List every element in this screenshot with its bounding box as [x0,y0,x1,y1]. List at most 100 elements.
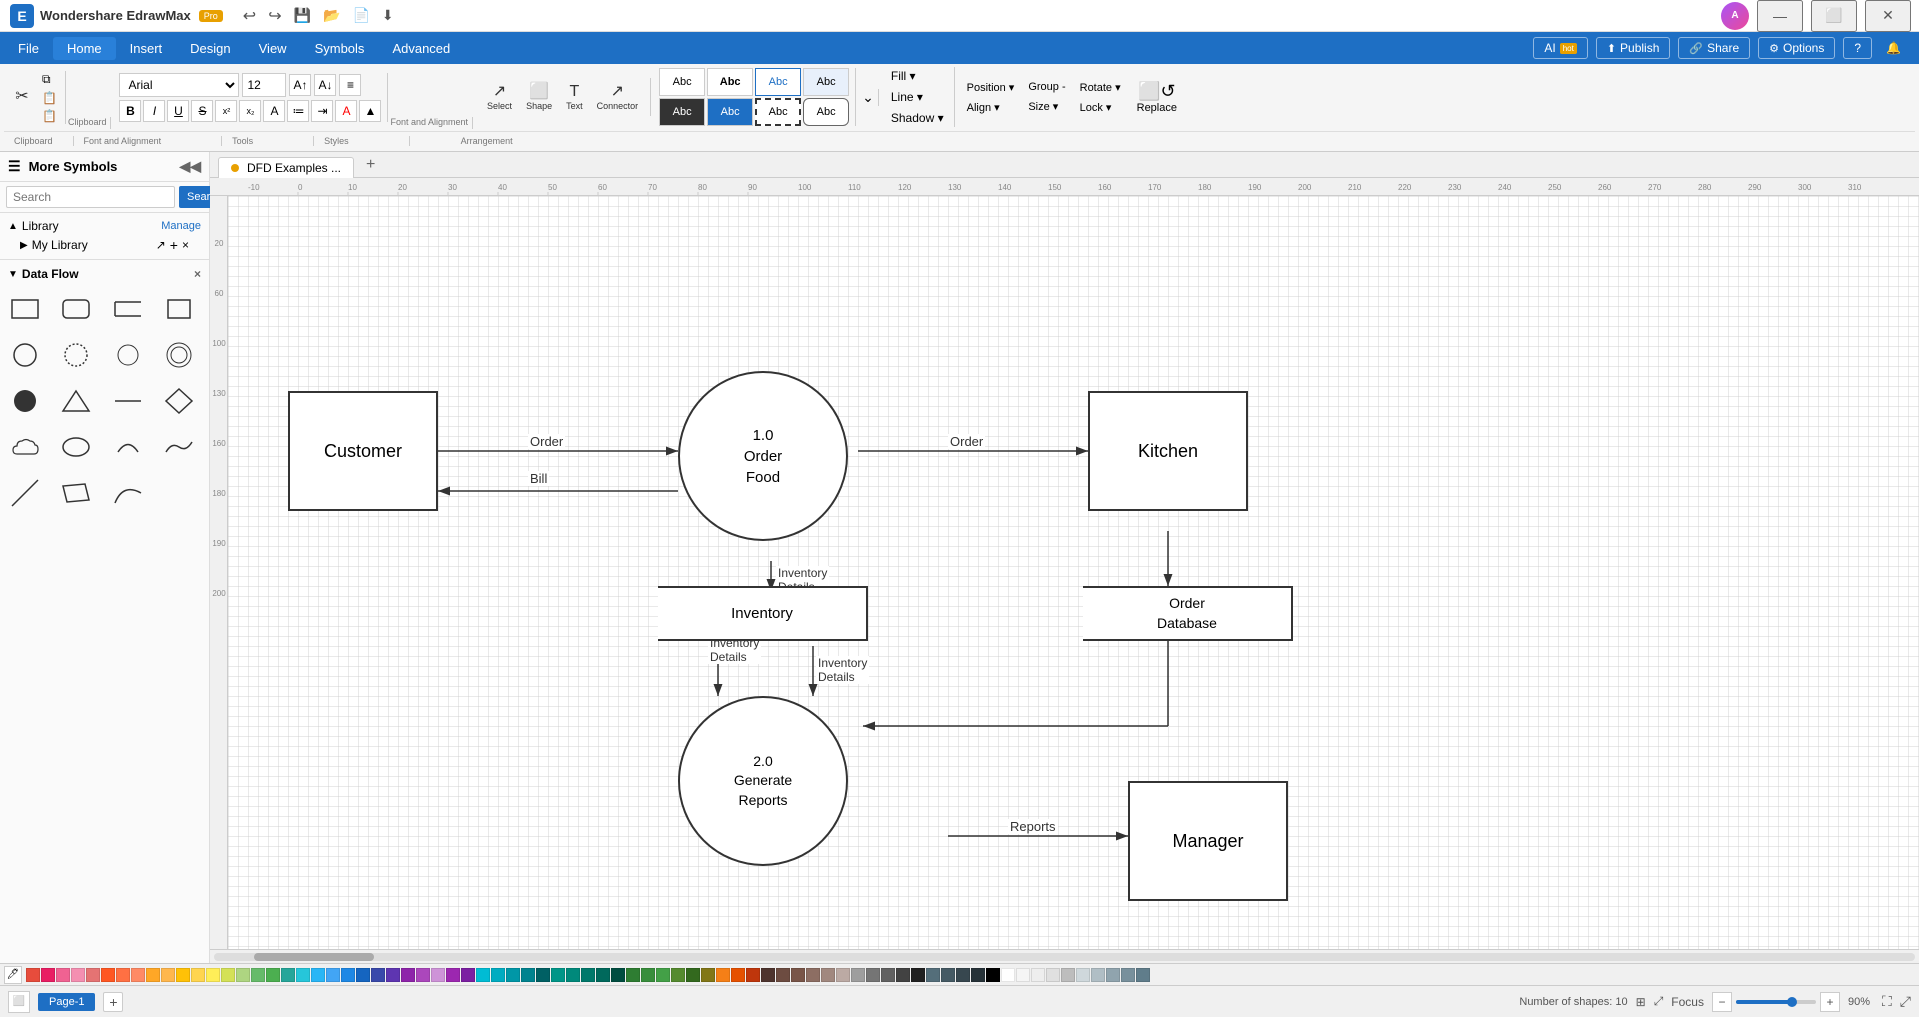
color-swatch-73[interactable] [1121,968,1135,982]
shape-tool-button[interactable]: ⬜ Shape [520,78,558,116]
my-library-new-tab-icon[interactable]: ↗ [156,238,166,252]
scroll-thumb[interactable] [254,953,374,961]
color-swatch-12[interactable] [206,968,220,982]
color-swatch-22[interactable] [356,968,370,982]
rotate-button[interactable]: Rotate ▾ [1076,79,1125,96]
color-swatch-72[interactable] [1106,968,1120,982]
notification-button[interactable]: 🔔 [1880,38,1907,58]
data-flow-expand-icon[interactable]: ▼ [8,269,18,280]
fit-page-button[interactable]: ⤢ [1654,994,1664,1009]
shape-item-wave[interactable] [158,426,200,468]
color-swatch-5[interactable] [101,968,115,982]
shape-item-circle-black[interactable] [4,380,46,422]
color-swatch-33[interactable] [521,968,535,982]
color-swatch-20[interactable] [326,968,340,982]
color-swatch-21[interactable] [341,968,355,982]
menu-item-home[interactable]: Home [53,37,116,60]
zoom-out-button[interactable]: − [1712,992,1732,1012]
fill-color-button[interactable]: ▲ [359,100,381,122]
color-swatch-52[interactable] [806,968,820,982]
color-swatch-57[interactable] [881,968,895,982]
color-swatch-42[interactable] [656,968,670,982]
focus-button[interactable]: Focus [1671,995,1704,1009]
shape-item-ellipse[interactable] [55,426,97,468]
add-page-button[interactable]: + [103,992,123,1012]
color-swatch-58[interactable] [896,968,910,982]
color-tool-icon[interactable]: 🖊 [4,966,22,984]
cut-button[interactable]: ✂ [8,78,36,116]
replace-shape-button[interactable]: ⬜↺ Replace [1131,79,1183,116]
shape-item-line[interactable] [107,380,149,422]
color-swatch-8[interactable] [146,968,160,982]
diagram-canvas[interactable]: Order Order Bill InventoryDetails Invent… [228,196,1919,949]
style-swatch-1[interactable]: Abc [659,68,705,96]
color-swatch-7[interactable] [131,968,145,982]
menu-item-view[interactable]: View [245,37,301,60]
undo-button[interactable]: ↩ [239,4,260,28]
order-food-node[interactable]: 1.0OrderFood [678,371,848,541]
color-swatch-34[interactable] [536,968,550,982]
size-button[interactable]: Size ▾ [1024,98,1069,115]
color-swatch-70[interactable] [1076,968,1090,982]
menu-item-design[interactable]: Design [176,37,244,60]
menu-item-insert[interactable]: Insert [116,37,177,60]
color-swatch-66[interactable] [1016,968,1030,982]
paste-button[interactable]: 📋 [38,90,61,106]
fullscreen-button[interactable]: ⛶ [1882,993,1892,1010]
shape-item-cloud[interactable] [4,426,46,468]
font-family-select[interactable]: Arial Times New Roman Calibri [119,73,239,97]
my-library-label[interactable]: My Library [32,238,88,252]
connector-tool-button[interactable]: ↗ Connector [591,78,645,116]
color-swatch-49[interactable] [761,968,775,982]
zoom-in-button[interactable]: + [1820,992,1840,1012]
group-button[interactable]: Group - [1024,79,1069,95]
color-swatch-25[interactable] [401,968,415,982]
color-swatch-38[interactable] [596,968,610,982]
color-swatch-17[interactable] [281,968,295,982]
save-button[interactable]: 💾 [290,4,315,28]
color-swatch-13[interactable] [221,968,235,982]
manage-link[interactable]: Manage [161,220,201,232]
menu-item-file[interactable]: File [4,37,53,60]
bullet-button[interactable]: ≔ [287,100,309,122]
shape-item-circle-thin[interactable] [107,334,149,376]
text-tool-button[interactable]: T Text [560,78,589,116]
decrease-font-button[interactable]: A [263,100,285,122]
strikethrough-button[interactable]: S [191,100,213,122]
page-tab-1[interactable]: Page-1 [38,993,95,1011]
order-database-node[interactable]: OrderDatabase [1083,586,1293,641]
shape-item-circle-outline[interactable] [55,334,97,376]
font-size-input[interactable] [242,73,286,97]
shape-item-curve[interactable] [107,472,149,514]
view-mode-button[interactable]: ⬜ [8,991,30,1013]
color-swatch-60[interactable] [926,968,940,982]
color-swatch-44[interactable] [686,968,700,982]
color-swatch-39[interactable] [611,968,625,982]
color-swatch-56[interactable] [866,968,880,982]
color-swatch-54[interactable] [836,968,850,982]
color-swatch-69[interactable] [1061,968,1075,982]
shape-item-diagonal[interactable] [4,472,46,514]
superscript-button[interactable]: x² [215,100,237,122]
panel-collapse-button[interactable]: ◀◀ [179,158,201,175]
color-swatch-27[interactable] [431,968,445,982]
color-swatch-63[interactable] [971,968,985,982]
align-button[interactable]: ≡ [339,74,361,96]
new-button[interactable]: 📄 [348,4,373,28]
color-swatch-36[interactable] [566,968,580,982]
color-swatch-35[interactable] [551,968,565,982]
menu-item-advanced[interactable]: Advanced [378,37,464,60]
kitchen-node[interactable]: Kitchen [1088,391,1248,511]
shape-item-rect[interactable] [4,288,46,330]
shape-item-circle-filled[interactable] [4,334,46,376]
menu-item-symbols[interactable]: Symbols [301,37,379,60]
line-button[interactable]: Line ▾ [887,88,948,106]
manager-node[interactable]: Manager [1128,781,1288,901]
font-decrease-button[interactable]: A↓ [314,74,336,96]
more-button[interactable]: ⬇ [378,4,398,28]
shadow-button[interactable]: Shadow ▾ [887,109,948,127]
my-library-add-icon[interactable]: + [170,237,178,253]
generate-reports-node[interactable]: 2.0GenerateReports [678,696,848,866]
style-swatch-6[interactable]: Abc [707,98,753,126]
minimize-button[interactable]: — [1757,0,1803,32]
